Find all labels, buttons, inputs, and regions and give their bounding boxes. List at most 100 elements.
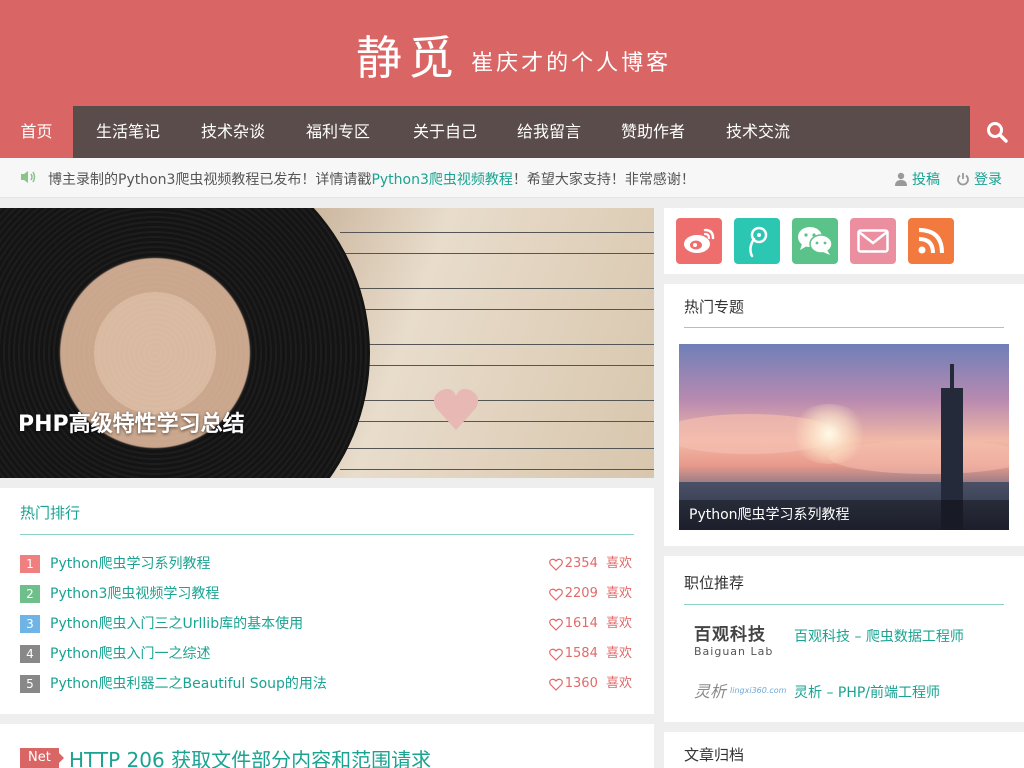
heart-outline-icon: [548, 678, 563, 691]
weibo-button[interactable]: [676, 218, 722, 264]
rank-likes: 1584 喜欢: [548, 645, 632, 663]
post-title[interactable]: HTTP 206 获取文件部分内容和范围请求: [69, 744, 431, 768]
heart-outline-icon: [548, 648, 563, 661]
logo-main-text: 百观科技: [694, 625, 766, 645]
lingxi-logo[interactable]: 灵析 lingxi360.com: [694, 678, 786, 702]
mail-icon: [857, 229, 889, 253]
tower-spire: [950, 364, 954, 390]
music-staff-decoration: [340, 288, 654, 310]
rank-item: 5 Python爬虫利器二之Beautiful Soup的用法 1360 喜欢: [20, 675, 634, 695]
wechat-icon: [798, 227, 833, 255]
nav-item-message[interactable]: 给我留言: [497, 106, 601, 158]
likes-suffix: 喜欢: [605, 616, 632, 631]
hot-rank-panel: 热门排行 1 Python爬虫学习系列教程 2354 喜欢 2 Python3爬…: [0, 488, 654, 714]
post-card: Net HTTP 206 获取文件部分内容和范围请求: [0, 724, 654, 768]
rss-button[interactable]: [908, 218, 954, 264]
likes-count: 1614: [564, 616, 598, 631]
nav-item-life-notes[interactable]: 生活笔记: [73, 106, 183, 158]
post-category-tag[interactable]: Net: [20, 748, 59, 768]
nav-item-tech-exchange[interactable]: 技术交流: [705, 106, 811, 158]
logo-main-text: 灵析: [694, 682, 727, 701]
job-link[interactable]: 百观科技 – 爬虫数据工程师: [794, 626, 964, 646]
logo-title: 静觅: [356, 31, 460, 85]
divider: [20, 534, 634, 535]
archive-panel: 文章归档: [664, 732, 1024, 768]
nav-item-about[interactable]: 关于自己: [393, 106, 497, 158]
rank-number: 3: [20, 615, 40, 633]
rank-number: 2: [20, 585, 40, 603]
rss-icon: [918, 228, 944, 254]
login-link[interactable]: 登录: [956, 169, 1002, 189]
rank-number: 4: [20, 645, 40, 663]
heart-outline-icon: [548, 558, 563, 571]
notice-text-after: ！希望大家支持！非常感谢！: [512, 172, 695, 188]
jobs-panel: 职位推荐 百观科技 Baiguan Lab 百观科技 – 爬虫数据工程师 灵析 …: [664, 556, 1024, 722]
rank-likes: 2354 喜欢: [548, 555, 632, 573]
speaker-icon: [21, 171, 36, 183]
rank-link[interactable]: Python爬虫利器二之Beautiful Soup的用法: [50, 675, 327, 693]
music-staff-decoration: [340, 344, 654, 366]
notice-link[interactable]: Python3爬虫视频教程: [371, 172, 512, 188]
rank-likes: 1614 喜欢: [548, 615, 632, 633]
rank-likes: 2209 喜欢: [548, 585, 632, 603]
tag-arrow: [58, 752, 64, 764]
job-link[interactable]: 灵析 – PHP/前端工程师: [794, 682, 940, 702]
archive-title: 文章归档: [684, 746, 745, 764]
nav-item-welfare[interactable]: 福利专区: [283, 106, 393, 158]
baiguan-logo[interactable]: 百观科技 Baiguan Lab: [694, 620, 773, 658]
search-icon: [987, 122, 1008, 143]
login-label: 登录: [974, 172, 1002, 188]
nav-item-sponsor[interactable]: 赞助作者: [601, 106, 705, 158]
site-header: 静觅 崔庆才的个人博客: [0, 0, 1024, 106]
likes-count: 2209: [564, 586, 598, 601]
slider-title[interactable]: PHP高级特性学习总结: [18, 406, 245, 438]
likes-count: 1584: [564, 646, 598, 661]
wechat-button[interactable]: [792, 218, 838, 264]
logo-sub-text: Baiguan Lab: [694, 645, 774, 658]
hot-topic-title: 热门专题: [684, 298, 745, 316]
search-button[interactable]: [970, 106, 1024, 158]
notice-text: 博主录制的Python3爬虫视频教程已发布！详情请戳Python3爬虫视频教程！…: [48, 169, 695, 189]
likes-count: 2354: [564, 556, 598, 571]
rank-link[interactable]: Python爬虫入门一之综述: [50, 645, 211, 663]
mail-button[interactable]: [850, 218, 896, 264]
hot-topic-panel: 热门专题 Python爬虫学习系列教程: [664, 284, 1024, 546]
power-icon: [957, 173, 969, 186]
rank-item: 1 Python爬虫学习系列教程 2354 喜欢: [20, 555, 634, 575]
heart-outline-icon: [548, 588, 563, 601]
user-icon: [895, 172, 907, 186]
likes-suffix: 喜欢: [605, 586, 632, 601]
music-staff-decoration: [340, 448, 654, 470]
weibo-icon: [684, 228, 715, 253]
social-panel: [664, 208, 1024, 274]
rank-number: 1: [20, 555, 40, 573]
contribute-link[interactable]: 投稿: [894, 169, 940, 189]
nav-item-tech-misc[interactable]: 技术杂谈: [183, 106, 283, 158]
rank-item: 4 Python爬虫入门一之综述 1584 喜欢: [20, 645, 634, 665]
topic-image-link[interactable]: Python爬虫学习系列教程: [679, 344, 1009, 530]
likes-count: 1360: [564, 676, 598, 691]
jobs-title: 职位推荐: [684, 574, 745, 592]
rank-number: 5: [20, 675, 40, 693]
heart-outline-icon: [548, 618, 563, 631]
contribute-label: 投稿: [912, 172, 940, 188]
divider: [684, 604, 1004, 605]
topic-caption[interactable]: Python爬虫学习系列教程: [679, 500, 1009, 530]
rank-link[interactable]: Python爬虫入门三之Urllib库的基本使用: [50, 615, 303, 633]
likes-suffix: 喜欢: [605, 556, 632, 571]
logo-tagline: 崔庆才的个人博客: [471, 51, 672, 76]
heart-icon: [434, 388, 478, 430]
tencent-weibo-button[interactable]: [734, 218, 780, 264]
rank-link[interactable]: Python3爬虫视频学习教程: [50, 585, 219, 603]
music-staff-decoration: [340, 232, 654, 254]
likes-suffix: 喜欢: [605, 646, 632, 661]
featured-slider[interactable]: PHP高级特性学习总结: [0, 208, 654, 478]
rank-link[interactable]: Python爬虫学习系列教程: [50, 555, 211, 573]
likes-suffix: 喜欢: [605, 676, 632, 691]
nav-item-home[interactable]: 首页: [0, 106, 73, 158]
rank-likes: 1360 喜欢: [548, 675, 632, 693]
notice-bar: 博主录制的Python3爬虫视频教程已发布！详情请戳Python3爬虫视频教程！…: [0, 158, 1024, 198]
site-logo[interactable]: 静觅 崔庆才的个人博客: [356, 22, 671, 88]
tencent-weibo-icon: [749, 226, 768, 258]
main-nav: 首页 生活笔记 技术杂谈 福利专区 关于自己 给我留言 赞助作者 技术交流: [0, 106, 1024, 158]
